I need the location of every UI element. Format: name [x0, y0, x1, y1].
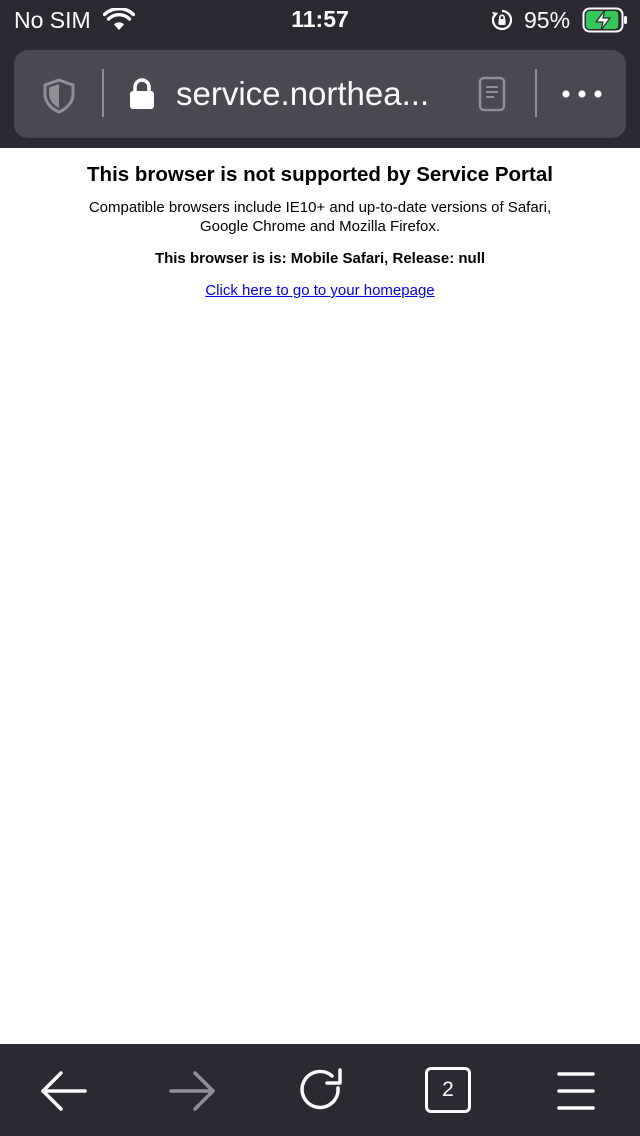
- bottom-toolbar: 2: [0, 1044, 640, 1136]
- tabs-button[interactable]: 2: [423, 1066, 473, 1116]
- tracking-shield-icon[interactable]: [42, 78, 76, 114]
- page-title: This browser is not supported by Service…: [87, 163, 553, 186]
- status-bar: No SIM 11:57 95%: [0, 0, 640, 40]
- back-arrow-icon[interactable]: [39, 1066, 89, 1116]
- more-icon[interactable]: [559, 84, 605, 104]
- reader-mode-icon[interactable]: [478, 76, 506, 112]
- homepage-link-row: Click here to go to your homepage: [0, 282, 640, 299]
- lock-icon[interactable]: [128, 78, 156, 110]
- forward-arrow-icon[interactable]: [167, 1066, 217, 1116]
- wifi-icon: [103, 8, 135, 30]
- url-bar[interactable]: service.northea...: [14, 50, 626, 138]
- battery-percent: 95%: [524, 7, 571, 33]
- tab-count: 2: [425, 1067, 471, 1113]
- rotation-lock-icon: [491, 9, 513, 31]
- url-bar-divider: [535, 69, 537, 117]
- url-bar-divider: [102, 69, 104, 117]
- compatibility-line: Google Chrome and Mozilla Firefox.: [199, 218, 441, 235]
- carrier-label: No SIM: [14, 7, 91, 33]
- browser-info: This browser is is: Mobile Safari, Relea…: [154, 250, 486, 267]
- reload-icon[interactable]: [296, 1066, 346, 1116]
- compatibility-line: Compatible browsers include IE10+ and up…: [88, 199, 552, 216]
- battery-charging-icon: [582, 7, 627, 33]
- page-content: This browser is not supported by Service…: [0, 148, 640, 1044]
- compatibility-message: Compatible browsers include IE10+ and up…: [70, 198, 570, 236]
- browser-toolbar: service.northea...: [0, 40, 640, 148]
- url-text[interactable]: service.northea...: [176, 75, 456, 115]
- menu-icon[interactable]: [551, 1066, 601, 1116]
- homepage-link[interactable]: Click here to go to your homepage: [205, 282, 434, 299]
